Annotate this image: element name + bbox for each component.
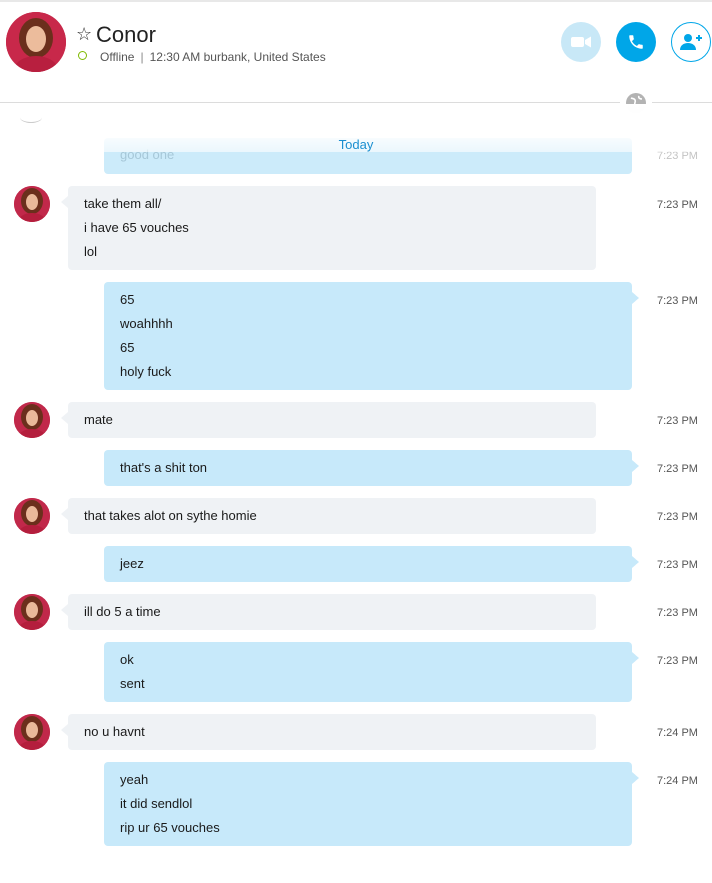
outgoing-message-bubble[interactable]: ok sent (104, 642, 639, 702)
incoming-message-bubble[interactable]: that takes alot on sythe homie (61, 498, 596, 534)
favorite-star-icon[interactable]: ☆ (76, 24, 92, 44)
message-line: yeah (120, 772, 149, 787)
message-timestamp: 7:24 PM (657, 775, 698, 787)
message-timestamp: 7:24 PM (657, 727, 698, 739)
message-timestamp: 7:23 PM (657, 295, 698, 307)
contact-name[interactable]: Conor (96, 22, 156, 48)
contact-status-line: Offline | 12:30 AM burbank, United States (100, 50, 326, 64)
chat-header: ☆ Conor Offline | 12:30 AM burbank, United… (0, 0, 712, 90)
status-text: Offline (100, 50, 135, 64)
message-line: 65 (120, 340, 135, 355)
add-people-button[interactable] (671, 22, 711, 62)
local-time-location: 12:30 AM burbank, United States (149, 50, 326, 64)
message-timestamp: 7:23 PM (657, 199, 698, 211)
incoming-message-bubble[interactable]: mate (61, 402, 596, 438)
message-line: sent (120, 676, 145, 691)
sender-avatar[interactable] (14, 498, 50, 534)
incoming-message-bubble[interactable]: no u havnt (61, 714, 596, 750)
date-separator: Today (338, 137, 374, 152)
video-camera-icon (571, 36, 591, 48)
message-line: woahhhh (120, 316, 173, 331)
message-line: rip ur 65 vouches (120, 820, 220, 835)
sender-avatar[interactable] (14, 714, 50, 750)
message-line: 65 (120, 292, 135, 307)
message-timestamp: 7:23 PM (657, 415, 698, 427)
message-line: no u havnt (84, 724, 145, 739)
message-line: lol (84, 244, 98, 259)
add-people-icon (680, 34, 702, 50)
message-line: take them all/ (84, 196, 162, 211)
sender-avatar[interactable] (14, 402, 50, 438)
message-line: mate (84, 412, 113, 427)
outgoing-message-bubble[interactable]: yeah it did sendlol rip ur 65 vouches (104, 762, 639, 846)
incoming-message-bubble[interactable]: take them all/i have 65 vouches lol (61, 186, 596, 270)
message-line: that's a shit ton (120, 460, 208, 475)
sender-avatar[interactable] (14, 594, 50, 630)
message-line: ill do 5 a time (84, 604, 161, 619)
outgoing-message-bubble[interactable]: 65 woahhhh 65 holy fuck (104, 282, 639, 390)
phone-icon (629, 35, 643, 49)
message-line: jeez (120, 556, 144, 571)
message-timestamp: 7:23 PM (657, 511, 698, 523)
message-line: i have 65 vouches (84, 220, 189, 235)
offline-status-icon (78, 51, 87, 60)
message-timestamp: 7:23 PM (657, 607, 698, 619)
message-timestamp: 7:23 PM (657, 463, 698, 475)
contact-avatar[interactable] (6, 12, 66, 72)
outgoing-message-bubble[interactable]: jeez (104, 546, 639, 582)
scrolled-avatar-edge (20, 112, 42, 123)
message-line: that takes alot on sythe homie (84, 508, 257, 523)
message-timestamp: 7:23 PM (657, 559, 698, 571)
sender-avatar[interactable] (14, 186, 50, 222)
message-line: holy fuck (120, 364, 172, 379)
header-divider (0, 102, 712, 103)
message-timestamp: 7:23 PM (657, 655, 698, 667)
video-call-button[interactable] (561, 22, 601, 62)
message-line: ok (120, 652, 134, 667)
audio-call-button[interactable] (616, 22, 656, 62)
incoming-message-bubble[interactable]: ill do 5 a time (61, 594, 596, 630)
outgoing-message-bubble[interactable]: that's a shit ton (104, 450, 639, 486)
message-line: it did sendlol (120, 796, 193, 811)
